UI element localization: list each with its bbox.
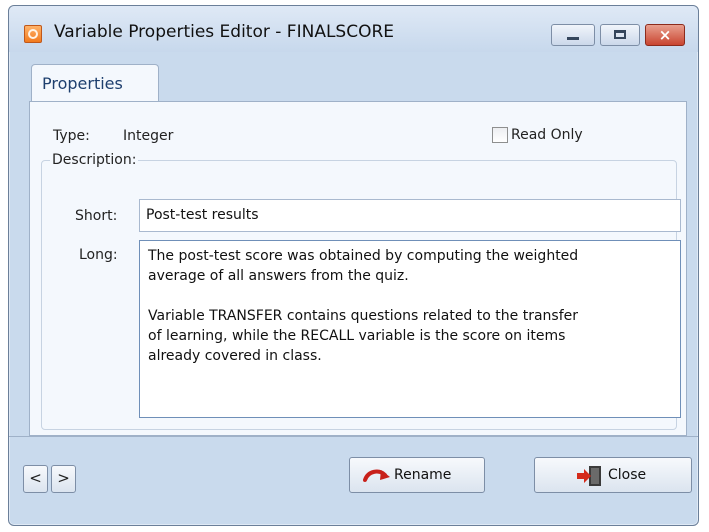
maximize-button[interactable]: [600, 24, 640, 46]
long-description-label: Long:: [79, 247, 118, 263]
rename-arrow-icon: [363, 469, 390, 482]
title-bar[interactable]: Variable Properties Editor - FINALSCORE …: [9, 6, 698, 52]
close-label: Close: [608, 467, 647, 483]
previous-variable-button[interactable]: <: [23, 465, 48, 493]
rename-label: Rename: [394, 467, 452, 483]
door-exit-icon: [577, 466, 601, 486]
close-window-button[interactable]: ×: [645, 24, 685, 46]
app-icon: [24, 25, 42, 43]
read-only-checkbox[interactable]: [492, 127, 508, 143]
minimize-button[interactable]: [551, 24, 595, 46]
read-only-label[interactable]: Read Only: [511, 127, 583, 143]
next-variable-button[interactable]: >: [51, 465, 76, 493]
close-icon: ×: [658, 26, 672, 44]
description-legend: Description:: [50, 152, 139, 168]
rename-button[interactable]: Rename: [349, 457, 485, 493]
properties-panel: Type: Integer Read Only Description: Sho…: [29, 101, 687, 436]
tab-properties[interactable]: Properties: [31, 64, 159, 102]
short-description-input[interactable]: Post-test results: [139, 199, 681, 232]
variable-properties-window: Variable Properties Editor - FINALSCORE …: [8, 5, 699, 526]
type-label: Type:: [53, 128, 90, 144]
long-description-textarea[interactable]: The post-test score was obtained by comp…: [139, 240, 681, 418]
short-description-label: Short:: [75, 208, 118, 224]
type-value: Integer: [123, 128, 174, 144]
footer-divider: [9, 436, 698, 437]
window-title: Variable Properties Editor - FINALSCORE: [54, 22, 395, 42]
tab-label: Properties: [42, 74, 123, 93]
close-button[interactable]: Close: [534, 457, 692, 493]
